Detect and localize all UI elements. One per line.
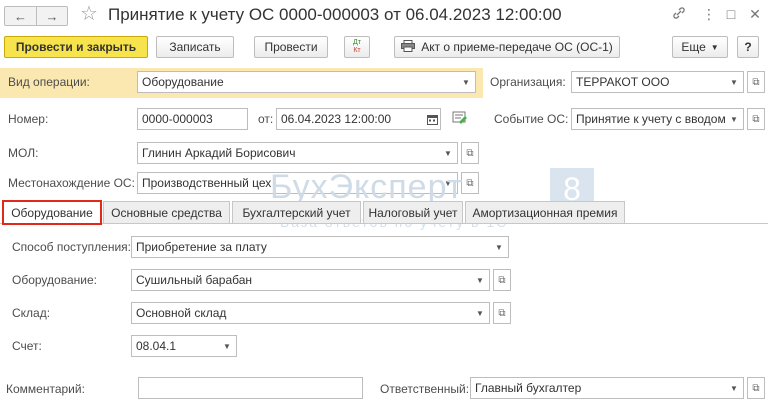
- tab-fixed-assets[interactable]: Основные средства: [103, 201, 230, 224]
- chevron-down-icon[interactable]: ▼: [457, 72, 475, 92]
- organization-label: Организация:: [490, 75, 566, 89]
- note-icon[interactable]: [452, 111, 468, 128]
- date-label: от:: [258, 112, 274, 126]
- tab-accounting[interactable]: Бухгалтерский учет: [232, 201, 361, 224]
- receipt-method-select[interactable]: Приобретение за плату ▼: [131, 236, 509, 258]
- more-button[interactable]: Еще ▼: [672, 36, 728, 58]
- printer-icon: [401, 39, 416, 55]
- back-button[interactable]: ←: [5, 7, 36, 25]
- event-open-button[interactable]: ⧉: [747, 108, 765, 130]
- open-icon: ⧉: [752, 113, 760, 125]
- chevron-down-icon[interactable]: ▼: [490, 237, 508, 257]
- tab-depreciation-bonus[interactable]: Амортизационная премия: [465, 201, 625, 224]
- location-label: Местонахождение ОС:: [8, 176, 135, 190]
- arrow-left-icon: ←: [14, 8, 27, 24]
- title-bar: ← → ☆ Принятие к учету ОС 0000-000003 от…: [0, 0, 768, 30]
- tab-tax[interactable]: Налоговый учет: [363, 201, 463, 224]
- calendar-icon[interactable]: [424, 109, 440, 129]
- open-icon: ⧉: [466, 147, 474, 159]
- receipt-method-label: Способ поступления:: [12, 240, 131, 254]
- number-label: Номер:: [8, 112, 49, 126]
- comment-label: Комментарий:: [6, 382, 85, 396]
- chevron-down-icon[interactable]: ▼: [218, 336, 236, 356]
- chevron-down-icon[interactable]: ▼: [725, 72, 743, 92]
- chevron-down-icon[interactable]: ▼: [439, 143, 457, 163]
- tabs-divider: [0, 223, 768, 224]
- open-icon: ⧉: [498, 307, 506, 319]
- warehouse-label: Склад:: [12, 306, 51, 320]
- open-icon: ⧉: [752, 76, 760, 88]
- chevron-down-icon[interactable]: ▼: [471, 303, 489, 323]
- dt-kt-button[interactable]: Дт Кт: [344, 36, 370, 58]
- warehouse-select[interactable]: Основной склад ▼: [131, 302, 490, 324]
- act-print-button[interactable]: Акт о приеме-передаче ОС (ОС-1): [394, 36, 620, 58]
- star-icon[interactable]: ☆: [80, 4, 98, 24]
- help-button[interactable]: ?: [737, 36, 759, 58]
- equipment-label: Оборудование:: [12, 273, 97, 287]
- date-input[interactable]: 06.04.2023 12:00:00: [276, 108, 441, 130]
- operation-label: Вид операции:: [8, 75, 90, 89]
- equipment-open-button[interactable]: ⧉: [493, 269, 511, 291]
- open-icon: ⧉: [498, 274, 506, 286]
- more-vertical-icon[interactable]: ⋮: [700, 6, 718, 23]
- account-label: Счет:: [12, 339, 42, 353]
- open-icon: ⧉: [466, 177, 474, 189]
- open-icon: ⧉: [752, 382, 760, 394]
- warehouse-open-button[interactable]: ⧉: [493, 302, 511, 324]
- location-select[interactable]: Производственный цех ▼: [137, 172, 458, 194]
- chevron-down-icon: ▼: [710, 42, 719, 52]
- maximize-icon[interactable]: □: [722, 6, 740, 22]
- account-select[interactable]: 08.04.1 ▼: [131, 335, 237, 357]
- responsible-label: Ответственный:: [380, 382, 470, 396]
- dt-kt-icon-bottom: Кт: [353, 47, 361, 54]
- dt-kt-icon: Дт: [353, 39, 361, 46]
- organization-select[interactable]: ТЕРРАКОТ ООО ▼: [571, 71, 744, 93]
- operation-select[interactable]: Оборудование ▼: [137, 71, 476, 93]
- event-select[interactable]: Принятие к учету с вводом ▼: [571, 108, 744, 130]
- organization-open-button[interactable]: ⧉: [747, 71, 765, 93]
- chevron-down-icon[interactable]: ▼: [725, 378, 743, 398]
- chevron-down-icon[interactable]: ▼: [725, 109, 743, 129]
- event-label: Событие ОС:: [494, 112, 569, 126]
- post-button[interactable]: Провести: [254, 36, 328, 58]
- number-input[interactable]: 0000-000003: [137, 108, 248, 130]
- location-open-button[interactable]: ⧉: [461, 172, 479, 194]
- mol-select[interactable]: Глинин Аркадий Борисович ▼: [137, 142, 458, 164]
- forward-button[interactable]: →: [36, 7, 67, 25]
- equipment-select[interactable]: Сушильный барабан ▼: [131, 269, 490, 291]
- nav-buttons: ← →: [4, 6, 68, 26]
- responsible-open-button[interactable]: ⧉: [747, 377, 765, 399]
- post-and-close-button[interactable]: Провести и закрыть: [4, 36, 148, 58]
- responsible-select[interactable]: Главный бухгалтер ▼: [470, 377, 744, 399]
- comment-input[interactable]: [138, 377, 363, 399]
- chevron-down-icon[interactable]: ▼: [471, 270, 489, 290]
- mol-label: МОЛ:: [8, 146, 39, 160]
- link-icon[interactable]: [670, 6, 688, 23]
- chevron-down-icon[interactable]: ▼: [439, 173, 457, 193]
- tab-equipment[interactable]: Оборудование: [2, 200, 102, 225]
- save-button[interactable]: Записать: [156, 36, 234, 58]
- page-title: Принятие к учету ОС 0000-000003 от 06.04…: [108, 5, 562, 24]
- close-icon[interactable]: ✕: [746, 6, 764, 23]
- mol-open-button[interactable]: ⧉: [461, 142, 479, 164]
- arrow-right-icon: →: [45, 8, 59, 24]
